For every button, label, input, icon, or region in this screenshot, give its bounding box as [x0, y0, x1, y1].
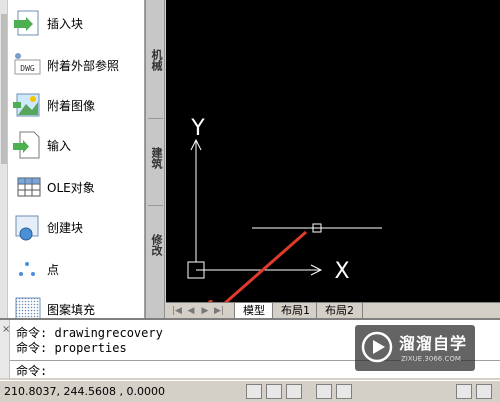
autocad-window: 插入块 DWG 附着外部参照 附着图像 输入 OLE对象 创建块 点 图案填充 … [0, 0, 500, 402]
ole-object-icon [17, 177, 41, 197]
palette-item-label: 图案填充 [47, 303, 96, 317]
palette-item-attach-image[interactable]: 附着图像 [0, 86, 145, 126]
next-tab-icon[interactable]: ▶ [200, 305, 210, 317]
prev-tab-icon[interactable]: ◀ [186, 305, 196, 317]
layout-tab-bar: |◀ ◀ ▶ ▶| 模型 布局1 布局2 [166, 302, 500, 319]
status-bar: 210.8037, 244.5608 , 0.0000 [0, 380, 500, 402]
snap-grid-icon[interactable] [246, 384, 262, 399]
svg-text:DWG: DWG [20, 64, 35, 73]
point-icon [19, 262, 35, 276]
import-icon [13, 131, 40, 159]
drawing-canvas[interactable]: Y X [166, 0, 500, 302]
palette-item-attach-xref[interactable]: DWG 附着外部参照 [0, 46, 145, 86]
tab-layout1[interactable]: 布局1 [272, 303, 319, 319]
palette-item-insert-block[interactable]: 插入块 [0, 4, 145, 44]
palette-item-label: 插入块 [47, 17, 84, 31]
palette-item-create-block[interactable]: 创建块 [0, 208, 145, 248]
palette-item-label: 附着图像 [47, 99, 96, 113]
close-icon[interactable]: × [2, 324, 10, 335]
polar-icon[interactable] [316, 384, 332, 399]
palette-item-point[interactable]: 点 [0, 250, 145, 290]
palette-item-label: OLE对象 [47, 181, 95, 195]
insert-block-icon [14, 10, 39, 36]
palette-side-tabs: 机械 建筑 修改 [145, 0, 165, 318]
first-tab-icon[interactable]: |◀ [172, 305, 182, 317]
tab-mechanical[interactable]: 机械 [146, 20, 166, 100]
lineweight-icon[interactable] [456, 384, 472, 399]
palette-item-label: 输入 [47, 139, 72, 153]
ucs-y-label: Y [190, 116, 205, 141]
coordinate-readout: 210.8037, 244.5608 , 0.0000 [4, 385, 165, 398]
last-tab-icon[interactable]: ▶| [214, 305, 224, 317]
annotation-arrow [223, 230, 307, 302]
attach-image-icon [13, 93, 40, 117]
watermark: 溜溜自学 ZIXUE.3066.COM [355, 325, 475, 371]
tab-modify[interactable]: 修改 [146, 205, 166, 285]
grid-icon[interactable] [266, 384, 282, 399]
ucs-x-label: X [334, 259, 349, 284]
palette-item-label: 创建块 [47, 221, 84, 235]
dwg-xref-icon: DWG [14, 53, 41, 75]
palette-item-label: 点 [47, 263, 60, 277]
quick-properties-icon[interactable] [476, 384, 492, 399]
osnap-icon[interactable] [336, 384, 352, 399]
command-prompt: 命令: [16, 364, 48, 378]
tab-layout2[interactable]: 布局2 [316, 303, 363, 319]
ortho-icon[interactable] [286, 384, 302, 399]
tab-architecture[interactable]: 建筑 [146, 118, 166, 198]
create-block-icon [15, 215, 39, 241]
palette-item-import[interactable]: 输入 [0, 126, 145, 166]
tool-palette: 插入块 DWG 附着外部参照 附着图像 输入 OLE对象 创建块 点 图案填充 [0, 0, 145, 321]
watermark-subtitle: ZIXUE.3066.COM [401, 355, 461, 363]
palette-item-label: 附着外部参照 [47, 59, 120, 73]
palette-item-ole-object[interactable]: OLE对象 [0, 168, 145, 208]
ucs-icon [187, 138, 323, 279]
command-history-line: 命令: properties [16, 341, 127, 355]
watermark-logo-icon [361, 331, 393, 363]
tab-model[interactable]: 模型 [234, 303, 274, 319]
watermark-title: 溜溜自学 [399, 334, 468, 353]
